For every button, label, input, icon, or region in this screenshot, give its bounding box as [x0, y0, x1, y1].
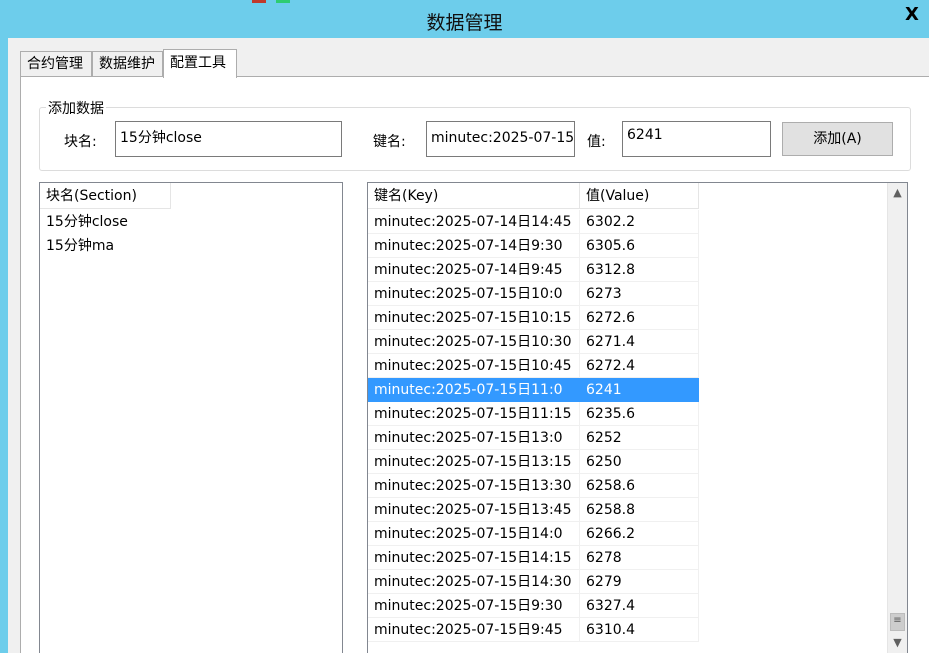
entries-list[interactable]: 键名(Key) 值(Value) minutec:2025-07-14日14:4… — [367, 182, 908, 653]
tab-data-maintenance[interactable]: 数据维护 — [92, 51, 163, 77]
key-cell: minutec:2025-07-15日13:0 — [368, 426, 580, 450]
scroll-up-icon[interactable]: ▲ — [888, 184, 907, 202]
value-cell: 6258.6 — [580, 474, 699, 498]
value-cell: 6258.8 — [580, 498, 699, 522]
add-button[interactable]: 添加(A) — [782, 122, 893, 156]
key-cell: minutec:2025-07-15日10:15 — [368, 306, 580, 330]
value-cell: 6235.6 — [580, 402, 699, 426]
key-input[interactable]: minutec:2025-07-15日11:0 — [426, 121, 575, 157]
config-tools-panel: 添加数据 块名: 15分钟close 键名: minutec:2025-07-1… — [20, 76, 929, 653]
key-label: 键名: — [373, 134, 406, 150]
value-cell: 6250 — [580, 450, 699, 474]
add-data-group: 添加数据 块名: 15分钟close 键名: minutec:2025-07-1… — [39, 98, 911, 171]
section-list[interactable]: 块名(Section) 15分钟close 15分钟ma — [39, 182, 343, 653]
section-input[interactable]: 15分钟close — [115, 121, 342, 157]
value-cell: 6272.6 — [580, 306, 699, 330]
value-cell: 6273 — [580, 282, 699, 306]
key-cell: minutec:2025-07-15日11:0 — [368, 378, 580, 402]
key-cell: minutec:2025-07-15日13:30 — [368, 474, 580, 498]
value-cell: 6302.2 — [580, 210, 699, 234]
section-item-close[interactable]: 15分钟close — [46, 210, 128, 234]
tab-contract-management[interactable]: 合约管理 — [20, 51, 92, 77]
titlebar-decoration — [252, 0, 266, 3]
value-column-header[interactable]: 值(Value) — [580, 183, 699, 209]
close-icon[interactable]: X — [895, 0, 929, 30]
add-data-legend: 添加数据 — [46, 98, 106, 118]
value-cell: 6252 — [580, 426, 699, 450]
scroll-down-icon[interactable]: ▼ — [888, 634, 907, 652]
key-cell: minutec:2025-07-15日14:15 — [368, 546, 580, 570]
scroll-thumb[interactable]: ≡ — [890, 613, 905, 631]
key-cell: minutec:2025-07-15日14:30 — [368, 570, 580, 594]
value-cell: 6278 — [580, 546, 699, 570]
value-cell: 6310.4 — [580, 618, 699, 642]
key-cell: minutec:2025-07-15日13:15 — [368, 450, 580, 474]
value-cell: 6241 — [580, 378, 699, 402]
key-cell: minutec:2025-07-15日10:30 — [368, 330, 580, 354]
value-cell: 6279 — [580, 570, 699, 594]
section-label: 块名: — [64, 134, 97, 150]
section-item-ma[interactable]: 15分钟ma — [46, 234, 114, 258]
value-cell: 6327.4 — [580, 594, 699, 618]
key-cell: minutec:2025-07-14日14:45 — [368, 210, 580, 234]
entries-scrollbar[interactable]: ▲ ≡ ▼ — [887, 183, 907, 653]
value-label: 值: — [587, 134, 606, 150]
key-cell: minutec:2025-07-15日9:30 — [368, 594, 580, 618]
value-cell: 6312.8 — [580, 258, 699, 282]
key-cell: minutec:2025-07-15日13:45 — [368, 498, 580, 522]
key-column-header[interactable]: 键名(Key) — [368, 183, 580, 209]
tab-config-tools[interactable]: 配置工具 — [163, 49, 237, 78]
window-client: 合约管理 数据维护 配置工具 添加数据 块名: 15分钟close 键名: mi… — [8, 38, 929, 653]
key-cell: minutec:2025-07-15日9:45 — [368, 618, 580, 642]
value-cell: 6272.4 — [580, 354, 699, 378]
key-cell: minutec:2025-07-15日10:0 — [368, 282, 580, 306]
section-column-header[interactable]: 块名(Section) — [40, 183, 171, 209]
value-input[interactable]: 6241 — [622, 121, 771, 157]
key-cell: minutec:2025-07-15日11:15 — [368, 402, 580, 426]
value-cell: 6271.4 — [580, 330, 699, 354]
window-title: 数据管理 — [426, 12, 503, 34]
value-cell: 6266.2 — [580, 522, 699, 546]
value-cell: 6305.6 — [580, 234, 699, 258]
key-cell: minutec:2025-07-14日9:45 — [368, 258, 580, 282]
key-cell: minutec:2025-07-14日9:30 — [368, 234, 580, 258]
titlebar-decoration — [276, 0, 290, 3]
title-bar: 数据管理 X — [0, 0, 929, 38]
key-cell: minutec:2025-07-15日10:45 — [368, 354, 580, 378]
key-cell: minutec:2025-07-15日14:0 — [368, 522, 580, 546]
